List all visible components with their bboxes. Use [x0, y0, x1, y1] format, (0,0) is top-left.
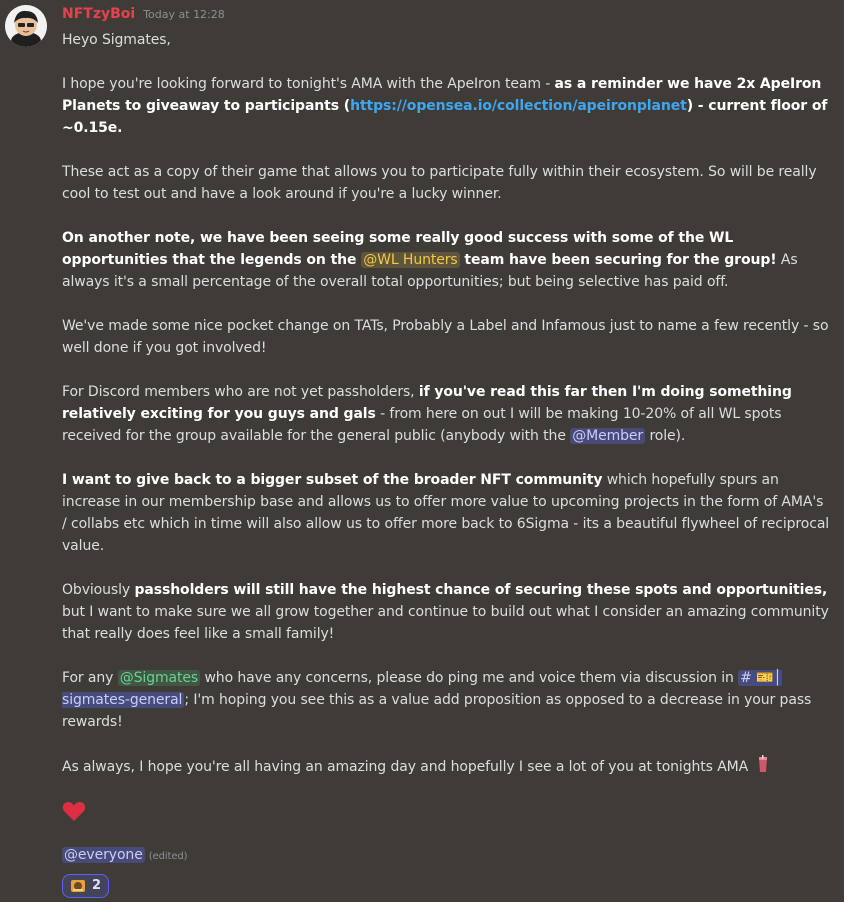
mention-everyone[interactable]: @everyone	[62, 847, 145, 863]
paragraph-giveaway: I hope you're looking forward to tonight…	[62, 76, 828, 136]
paragraph-wl-success: On another note, we have been seeing som…	[62, 230, 798, 290]
message-header: NFTzyBoi Today at 12:28	[62, 6, 225, 26]
paragraph-pocket-change: We've made some nice pocket change on TA…	[62, 318, 829, 356]
paragraph-game-copy: These act as a copy of their game that a…	[62, 164, 817, 202]
paragraph-passholders: Obviously passholders will still have th…	[62, 582, 829, 642]
chat-message: NFTzyBoi Today at 12:28 Heyo Sigmates, I…	[0, 0, 844, 898]
heart-emoji-line	[62, 800, 832, 830]
mention-wl-hunters[interactable]: @WL Hunters	[361, 252, 460, 268]
message-content: Heyo Sigmates, I hope you're looking for…	[62, 29, 832, 901]
mention-sigmates[interactable]: @Sigmates	[117, 670, 201, 686]
edited-label: (edited)	[148, 851, 188, 862]
greeting: Heyo Sigmates,	[62, 32, 171, 48]
mention-member[interactable]: @Member	[570, 428, 646, 444]
paragraph-give-back: I want to give back to a bigger subset o…	[62, 472, 830, 554]
channel-prefix: # 🎫│	[740, 670, 782, 686]
channel-name: sigmates-general	[62, 692, 183, 708]
paragraph-concerns: For any @Sigmates who have any concerns,…	[62, 670, 812, 730]
everyone-line: @everyone (edited)	[62, 844, 832, 868]
username[interactable]: NFTzyBoi	[62, 6, 135, 22]
opensea-link[interactable]: https://opensea.io/collection/apeironpla…	[350, 98, 687, 114]
timestamp[interactable]: Today at 12:28	[143, 8, 225, 21]
paragraph-discord-members: For Discord members who are not yet pass…	[62, 384, 792, 444]
heart-icon	[62, 801, 86, 826]
reaction-count: 2	[92, 878, 101, 893]
drink-emoji-icon	[753, 755, 773, 775]
reaction-emoji-icon	[70, 878, 86, 894]
user-avatar[interactable]	[5, 5, 47, 47]
paragraph-closing: As always, I hope you're all having an a…	[62, 755, 832, 778]
reaction-button[interactable]: 2	[62, 874, 109, 898]
